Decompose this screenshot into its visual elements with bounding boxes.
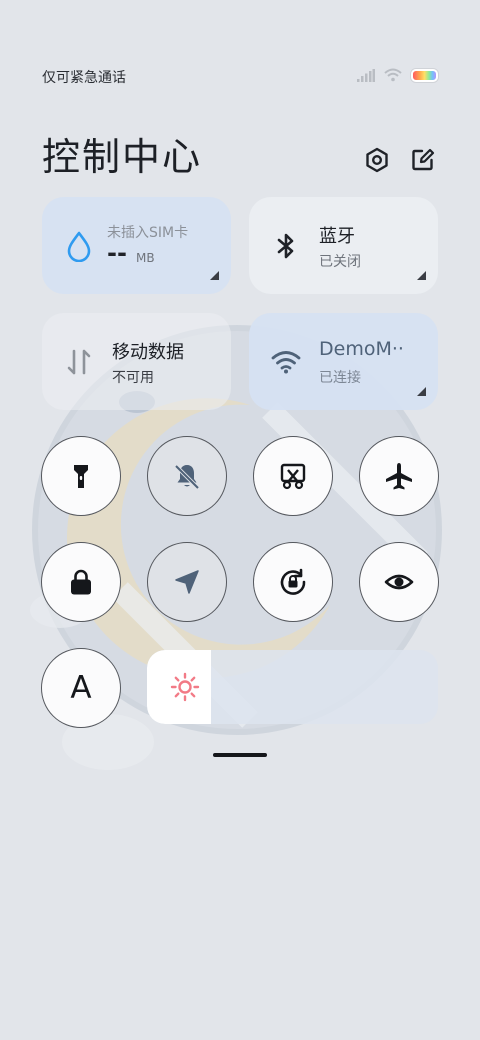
brightness-slider[interactable] [147, 650, 438, 724]
expand-corner [417, 271, 426, 280]
bell-off-icon [174, 464, 200, 490]
font-size-toggle[interactable]: A [41, 648, 121, 728]
sun-icon [170, 672, 200, 702]
bluetooth-status: 已关闭 [319, 254, 361, 270]
reading-mode-toggle[interactable] [359, 542, 439, 622]
rotation-lock-toggle[interactable] [253, 542, 333, 622]
mobile-data-label: 移动数据 [112, 342, 184, 363]
status-icons [357, 68, 438, 82]
data-usage-tile[interactable]: 未插入SIM卡 -- MB [42, 197, 231, 294]
home-indicator[interactable] [213, 753, 267, 757]
wifi-tile[interactable]: DemoM·· 已连接 [249, 313, 438, 410]
flashlight-toggle[interactable] [41, 436, 121, 516]
mute-toggle[interactable] [147, 436, 227, 516]
water-drop-icon [64, 231, 94, 262]
wifi-icon [384, 68, 402, 82]
bluetooth-tile[interactable]: 蓝牙 已关闭 [249, 197, 438, 294]
airplane-toggle[interactable] [359, 436, 439, 516]
edit-button[interactable] [408, 145, 438, 175]
lock-icon [71, 569, 91, 595]
scissors-icon [280, 463, 306, 490]
bluetooth-icon [271, 231, 301, 261]
screenshot-toggle[interactable] [253, 436, 333, 516]
battery-icon [411, 68, 438, 82]
edit-icon [412, 148, 435, 171]
bluetooth-label: 蓝牙 [319, 226, 355, 247]
gear-icon [366, 147, 388, 173]
data-usage-value: -- [107, 239, 127, 267]
wifi-status: 已连接 [319, 370, 361, 386]
expand-corner [417, 387, 426, 396]
page-title: 控制中心 [42, 135, 203, 179]
lock-screen-toggle[interactable] [41, 542, 121, 622]
eye-icon [384, 574, 414, 590]
expand-corner [210, 271, 219, 280]
data-usage-unit: MB [136, 251, 155, 265]
mobile-data-tile[interactable]: 移动数据 不可用 [42, 313, 231, 410]
mobile-data-status: 不可用 [112, 370, 154, 386]
settings-button[interactable] [362, 145, 392, 175]
location-toggle[interactable] [147, 542, 227, 622]
wifi-network-name: DemoM·· [319, 338, 404, 360]
flashlight-icon [74, 465, 88, 488]
data-arrows-icon [64, 347, 94, 377]
navigation-arrow-icon [175, 570, 199, 594]
letter-a-icon: A [70, 670, 92, 706]
status-bar: 仅可紧急通话 [42, 66, 438, 88]
signal-icon [357, 68, 375, 82]
wifi-icon [271, 347, 301, 377]
airplane-icon [386, 463, 412, 490]
rotation-lock-icon [280, 568, 306, 595]
carrier-status: 仅可紧急通话 [42, 70, 126, 86]
